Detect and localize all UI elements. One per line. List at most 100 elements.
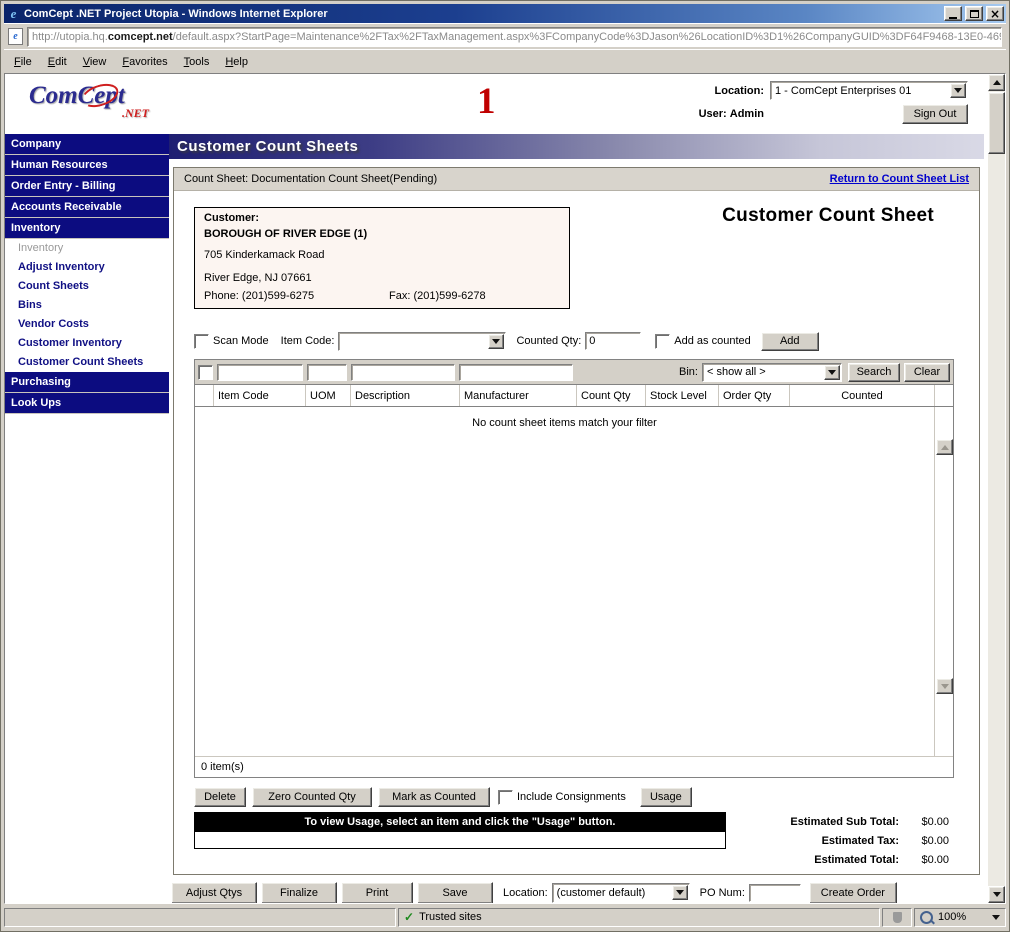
adjust-qtys-button[interactable]: Adjust Qtys bbox=[171, 882, 257, 904]
counted-qty-input[interactable] bbox=[585, 332, 641, 350]
delete-button[interactable]: Delete bbox=[194, 787, 246, 807]
scroll-down-icon bbox=[993, 892, 1001, 897]
sidebar-item-purchasing[interactable]: Purchasing bbox=[5, 372, 169, 393]
scroll-down-button[interactable] bbox=[988, 886, 1005, 903]
total-value: $0.00 bbox=[899, 854, 949, 866]
scroll-up-icon bbox=[993, 80, 1001, 85]
zoom-panel[interactable]: 100% bbox=[914, 908, 1006, 927]
usage-hint-empty-row bbox=[195, 832, 725, 848]
scroll-down-button[interactable] bbox=[936, 678, 953, 694]
page-icon bbox=[8, 28, 23, 45]
window-title: ComCept .NET Project Utopia - Windows In… bbox=[24, 8, 941, 20]
chevron-down-icon[interactable] bbox=[950, 83, 966, 98]
sidebar-subitem-adjust-inventory[interactable]: Adjust Inventory bbox=[5, 258, 169, 277]
menu-view[interactable]: View bbox=[75, 52, 115, 72]
select-all-checkbox[interactable] bbox=[198, 365, 213, 380]
sidebar-item-human-resources[interactable]: Human Resources bbox=[5, 155, 169, 176]
bin-select[interactable]: < show all > bbox=[702, 363, 842, 382]
sidebar-subitem-count-sheets[interactable]: Count Sheets bbox=[5, 277, 169, 296]
sheet-info-text: Count Sheet: Documentation Count Sheet(P… bbox=[184, 173, 437, 185]
print-button[interactable]: Print bbox=[341, 882, 413, 904]
sidebar-item-inventory[interactable]: Inventory bbox=[5, 218, 169, 239]
url-rest: /default.aspx?StartPage=Maintenance%2FTa… bbox=[173, 31, 1002, 43]
usage-hint-box: To view Usage, select an item and click … bbox=[194, 812, 726, 849]
empty-message: No count sheet items match your filter bbox=[195, 417, 934, 429]
po-num-input[interactable] bbox=[749, 884, 801, 902]
close-button[interactable] bbox=[986, 6, 1004, 21]
header-description: Description bbox=[350, 385, 459, 406]
item-code-select[interactable] bbox=[338, 332, 506, 351]
bin-select-value: < show all > bbox=[703, 366, 824, 378]
scan-mode-checkbox[interactable] bbox=[194, 334, 209, 349]
scan-row: Scan Mode Item Code: Counted Qty: Add as… bbox=[194, 331, 979, 351]
scroll-up-button[interactable] bbox=[936, 439, 953, 455]
magnifier-icon bbox=[920, 911, 933, 924]
maximize-button[interactable] bbox=[965, 6, 983, 21]
add-button[interactable]: Add bbox=[761, 332, 819, 351]
sidebar-item-look-ups[interactable]: Look Ups bbox=[5, 393, 169, 414]
menu-help[interactable]: Help bbox=[217, 52, 256, 72]
menu-tools[interactable]: Tools bbox=[176, 52, 218, 72]
finalize-button[interactable]: Finalize bbox=[261, 882, 337, 904]
customer-address-line2: River Edge, NJ 07661 bbox=[204, 272, 560, 284]
chevron-down-icon[interactable] bbox=[672, 885, 688, 900]
sidebar-subitem-vendor-costs[interactable]: Vendor Costs bbox=[5, 315, 169, 334]
filter-description-input[interactable] bbox=[351, 364, 455, 381]
usage-totals-row: To view Usage, select an item and click … bbox=[194, 812, 979, 869]
menu-edit[interactable]: Edit bbox=[40, 52, 75, 72]
annotation-1: 1 bbox=[477, 80, 496, 123]
table-header-row: Item Code UOM Description Manufacturer C… bbox=[195, 385, 953, 407]
sidebar-item-order-entry-billing[interactable]: Order Entry - Billing bbox=[5, 176, 169, 197]
chevron-down-icon[interactable] bbox=[824, 365, 840, 380]
items-table: Bin: < show all > Search Clear bbox=[194, 359, 954, 778]
sheet-content: Customer: BOROUGH OF RIVER EDGE (1) 705 … bbox=[174, 191, 979, 874]
add-as-counted-checkbox[interactable] bbox=[655, 334, 670, 349]
sidebar-subitem-customer-inventory[interactable]: Customer Inventory bbox=[5, 334, 169, 353]
customer-label: Customer: bbox=[204, 212, 560, 224]
return-to-count-sheet-list-link[interactable]: Return to Count Sheet List bbox=[830, 173, 969, 185]
user-caption: User: bbox=[699, 108, 727, 120]
menu-file[interactable]: File bbox=[6, 52, 40, 72]
header-order-qty: Order Qty bbox=[718, 385, 789, 406]
sidebar-subitem-customer-count-sheets[interactable]: Customer Count Sheets bbox=[5, 353, 169, 372]
scroll-up-button[interactable] bbox=[988, 74, 1005, 91]
actions-row: Delete Zero Counted Qty Mark as Counted … bbox=[194, 787, 979, 807]
include-consignments-checkbox[interactable] bbox=[498, 790, 513, 805]
search-button[interactable]: Search bbox=[848, 363, 900, 382]
filter-uom-input[interactable] bbox=[307, 364, 347, 381]
usage-button[interactable]: Usage bbox=[640, 787, 692, 807]
mark-as-counted-button[interactable]: Mark as Counted bbox=[378, 787, 490, 807]
user-label: User: Admin bbox=[699, 108, 764, 120]
table-scrollbar[interactable] bbox=[934, 407, 953, 756]
tax-value: $0.00 bbox=[899, 835, 949, 847]
scrollbar-thumb[interactable] bbox=[988, 92, 1005, 154]
sidebar-item-accounts-receivable[interactable]: Accounts Receivable bbox=[5, 197, 169, 218]
sidebar-item-company[interactable]: Company bbox=[5, 134, 169, 155]
sidebar-subitem-bins[interactable]: Bins bbox=[5, 296, 169, 315]
minimize-button[interactable] bbox=[944, 6, 962, 21]
trusted-sites-label: Trusted sites bbox=[419, 911, 482, 923]
location-select[interactable]: 1 - ComCept Enterprises 01 bbox=[770, 81, 968, 100]
status-bar: Trusted sites 100% bbox=[4, 904, 1006, 928]
zoom-level: 100% bbox=[938, 911, 966, 923]
zoom-chevron-icon[interactable] bbox=[992, 915, 1000, 920]
address-input[interactable]: http://utopia.hq.comcept.net/default.asp… bbox=[27, 27, 1002, 47]
zero-counted-qty-button[interactable]: Zero Counted Qty bbox=[252, 787, 372, 807]
header-scroll-col bbox=[934, 385, 953, 406]
filter-item-code-input[interactable] bbox=[217, 364, 303, 381]
footer-location-select[interactable]: (customer default) bbox=[552, 883, 690, 903]
footer-location-label: Location: bbox=[503, 887, 548, 899]
browser-scrollbar[interactable] bbox=[988, 74, 1005, 903]
main-panel: Customer Count Sheets Count Sheet: Docum… bbox=[169, 134, 988, 903]
title-bar: ComCept .NET Project Utopia - Windows In… bbox=[4, 4, 1006, 23]
menu-favorites[interactable]: Favorites bbox=[114, 52, 175, 72]
sign-out-button[interactable]: Sign Out bbox=[902, 104, 968, 124]
save-button[interactable]: Save bbox=[417, 882, 493, 904]
create-order-button[interactable]: Create Order bbox=[809, 882, 897, 904]
chevron-down-icon[interactable] bbox=[488, 334, 504, 349]
filter-manufacturer-input[interactable] bbox=[459, 364, 573, 381]
menu-bar: File Edit View Favorites Tools Help bbox=[4, 49, 1006, 73]
clear-button[interactable]: Clear bbox=[904, 363, 950, 382]
chevron-down-glyph bbox=[828, 370, 836, 375]
close-icon bbox=[990, 8, 1000, 20]
